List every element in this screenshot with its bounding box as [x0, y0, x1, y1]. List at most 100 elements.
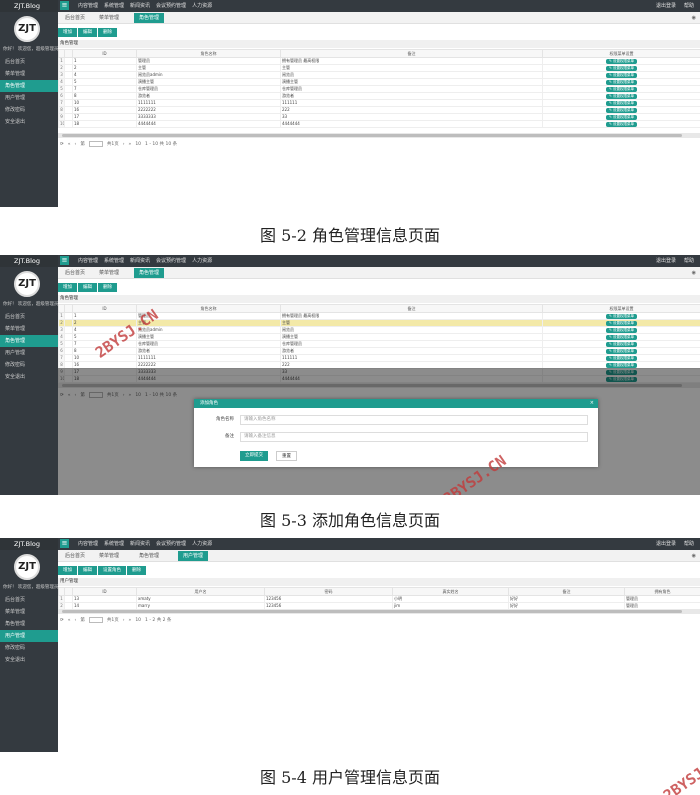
sidebar-item-menus[interactable]: 菜单管理 [0, 323, 58, 335]
row-checkbox[interactable] [64, 64, 73, 72]
tab-roles[interactable]: 角色管理 [134, 13, 165, 23]
topnav-item[interactable]: 系统管理 [104, 255, 124, 267]
refresh-icon[interactable]: ⟳ [60, 618, 64, 623]
logout-link[interactable]: 退出登录 [656, 255, 676, 267]
table-row[interactable]: 2 2 主管 主管 ✎ 设置权限菜单 [58, 64, 700, 72]
page-input[interactable] [88, 617, 103, 623]
col-id[interactable]: ID [72, 304, 137, 313]
edit-button[interactable]: 编辑 [78, 28, 97, 37]
col-id[interactable]: ID [72, 587, 137, 596]
col-remark[interactable]: 备注 [280, 304, 543, 313]
topnav-item[interactable]: 系统管理 [104, 538, 124, 550]
table-row[interactable]: 3 4 阅览员admin 阅览员 ✎ 设置权限菜单 [58, 71, 700, 79]
set-permission-button[interactable]: ✎ 设置权限菜单 [605, 94, 638, 99]
prev-page-icon[interactable]: ‹ [75, 618, 77, 623]
table-row[interactable]: 8 16 2222222 222 ✎ 设置权限菜单 [58, 106, 700, 114]
col-remark[interactable]: 备注 [280, 49, 543, 58]
grid-check[interactable] [64, 49, 73, 58]
tab-roles[interactable]: 角色管理 [134, 551, 164, 561]
topnav-item[interactable]: 会议预约管理 [156, 255, 186, 267]
topnav-item[interactable]: 新闻资讯 [130, 538, 150, 550]
col-role-name[interactable]: 角色名称 [136, 304, 281, 313]
col-role-name[interactable]: 角色名称 [136, 49, 281, 58]
row-checkbox[interactable] [64, 354, 73, 362]
table-row[interactable]: 7 10 1111111 111111 ✎ 设置权限菜单 [58, 99, 700, 107]
set-permission-button[interactable]: ✎ 设置权限菜单 [605, 66, 638, 71]
row-checkbox[interactable] [64, 85, 73, 93]
set-permission-button[interactable]: ✎ 设置权限菜单 [605, 321, 638, 326]
col-permission[interactable]: 权限菜单设置 [542, 304, 700, 313]
sidebar-item-home[interactable]: 后台首页 [0, 311, 58, 323]
topnav-item[interactable]: 会议预约管理 [156, 538, 186, 550]
grid-check[interactable] [64, 304, 73, 313]
add-button[interactable]: 增加 [58, 28, 77, 37]
role-name-input[interactable]: 请输入角色名称 [240, 415, 588, 425]
submit-button[interactable]: 立即提交 [240, 451, 268, 461]
last-page-icon[interactable]: » [129, 142, 132, 147]
topnav-item[interactable]: 内容管理 [78, 0, 98, 12]
tab-scroll-icon[interactable]: ◉ [692, 268, 696, 278]
tab-menus[interactable]: 菜单管理 [94, 551, 124, 561]
sidebar-item-logout[interactable]: 安全退出 [0, 654, 58, 666]
add-button[interactable]: 增加 [58, 283, 77, 292]
page-size-select[interactable]: 10 [135, 142, 141, 147]
topnav-item[interactable]: 人力资源 [192, 538, 212, 550]
set-permission-button[interactable]: ✎ 设置权限菜单 [605, 342, 638, 347]
grid-check[interactable] [64, 587, 73, 596]
row-checkbox[interactable] [64, 340, 73, 348]
add-button[interactable]: 增加 [58, 566, 77, 575]
tab-home[interactable]: 后台首页 [60, 13, 90, 23]
sidebar-item-password[interactable]: 修改密码 [0, 104, 58, 116]
topnav-item[interactable]: 会议预约管理 [156, 0, 186, 12]
table-row[interactable]: 5 7 仓库管理员 仓库管理员 ✎ 设置权限菜单 [58, 85, 700, 93]
sidebar-item-roles[interactable]: 角色管理 [0, 618, 58, 630]
reset-button[interactable]: 重置 [276, 451, 297, 461]
next-page-icon[interactable]: › [123, 142, 125, 147]
set-permission-button[interactable]: ✎ 设置权限菜单 [605, 87, 638, 92]
row-checkbox[interactable] [64, 312, 73, 320]
sidebar-item-logout[interactable]: 安全退出 [0, 116, 58, 128]
table-row[interactable]: 6 8 游览者 游览者 ✎ 设置权限菜单 [58, 92, 700, 100]
set-permission-button[interactable]: ✎ 设置权限菜单 [605, 328, 638, 333]
set-permission-button[interactable]: ✎ 设置权限菜单 [605, 349, 638, 354]
sidebar-item-password[interactable]: 修改密码 [0, 359, 58, 371]
col-id[interactable]: ID [72, 49, 137, 58]
close-icon[interactable]: × [590, 399, 594, 408]
topnav-item[interactable]: 内容管理 [78, 255, 98, 267]
edit-button[interactable]: 编辑 [78, 566, 97, 575]
table-row[interactable]: 1 13 xmaty 123456 小明 好好 管理员 [58, 595, 700, 603]
table-row[interactable]: 101844444444444444✎ 设置权限菜单 [58, 120, 700, 128]
set-permission-button[interactable]: ✎ 设置权限菜单 [605, 115, 638, 120]
page-input[interactable] [88, 141, 103, 147]
menu-toggle-icon[interactable]: ≡ [60, 539, 69, 548]
set-permission-button[interactable]: ✎ 设置权限菜单 [605, 122, 638, 127]
table-row[interactable]: 9 17 3333333 33 ✎ 设置权限菜单 [58, 113, 700, 121]
sidebar-item-home[interactable]: 后台首页 [0, 594, 58, 606]
sidebar-item-roles[interactable]: 角色管理 [0, 80, 58, 92]
horizontal-scrollbar[interactable] [58, 133, 700, 138]
help-link[interactable]: 帮助 [684, 0, 694, 12]
table-row[interactable]: 3 4 阅览员admin 阅览员 ✎ 设置权限菜单 [58, 326, 700, 334]
topnav-item[interactable]: 人力资源 [192, 255, 212, 267]
col-permission[interactable]: 权限菜单设置 [542, 49, 700, 58]
row-checkbox[interactable] [64, 92, 73, 100]
page-size-select[interactable]: 10 [135, 618, 141, 623]
tab-users[interactable]: 用户管理 [178, 551, 209, 561]
tab-roles[interactable]: 角色管理 [134, 268, 165, 278]
set-permission-button[interactable]: ✎ 设置权限菜单 [605, 101, 638, 106]
table-row[interactable]: 6 8 游览者 游览者 ✎ 设置权限菜单 [58, 347, 700, 355]
set-permission-button[interactable]: ✎ 设置权限菜单 [605, 356, 638, 361]
col-real-name[interactable]: 真实姓名 [392, 587, 509, 596]
sidebar-item-home[interactable]: 后台首页 [0, 56, 58, 68]
next-page-icon[interactable]: › [123, 618, 125, 623]
sidebar-item-roles[interactable]: 角色管理 [0, 335, 58, 347]
topnav-item[interactable]: 新闻资讯 [130, 255, 150, 267]
delete-button[interactable]: 删除 [98, 28, 117, 37]
help-link[interactable]: 帮助 [684, 255, 694, 267]
set-permission-button[interactable]: ✎ 设置权限菜单 [605, 80, 638, 85]
help-link[interactable]: 帮助 [684, 538, 694, 550]
row-checkbox[interactable] [64, 106, 73, 114]
set-permission-button[interactable]: ✎ 设置权限菜单 [605, 314, 638, 319]
row-checkbox[interactable] [64, 99, 73, 107]
row-checkbox[interactable] [64, 326, 73, 334]
